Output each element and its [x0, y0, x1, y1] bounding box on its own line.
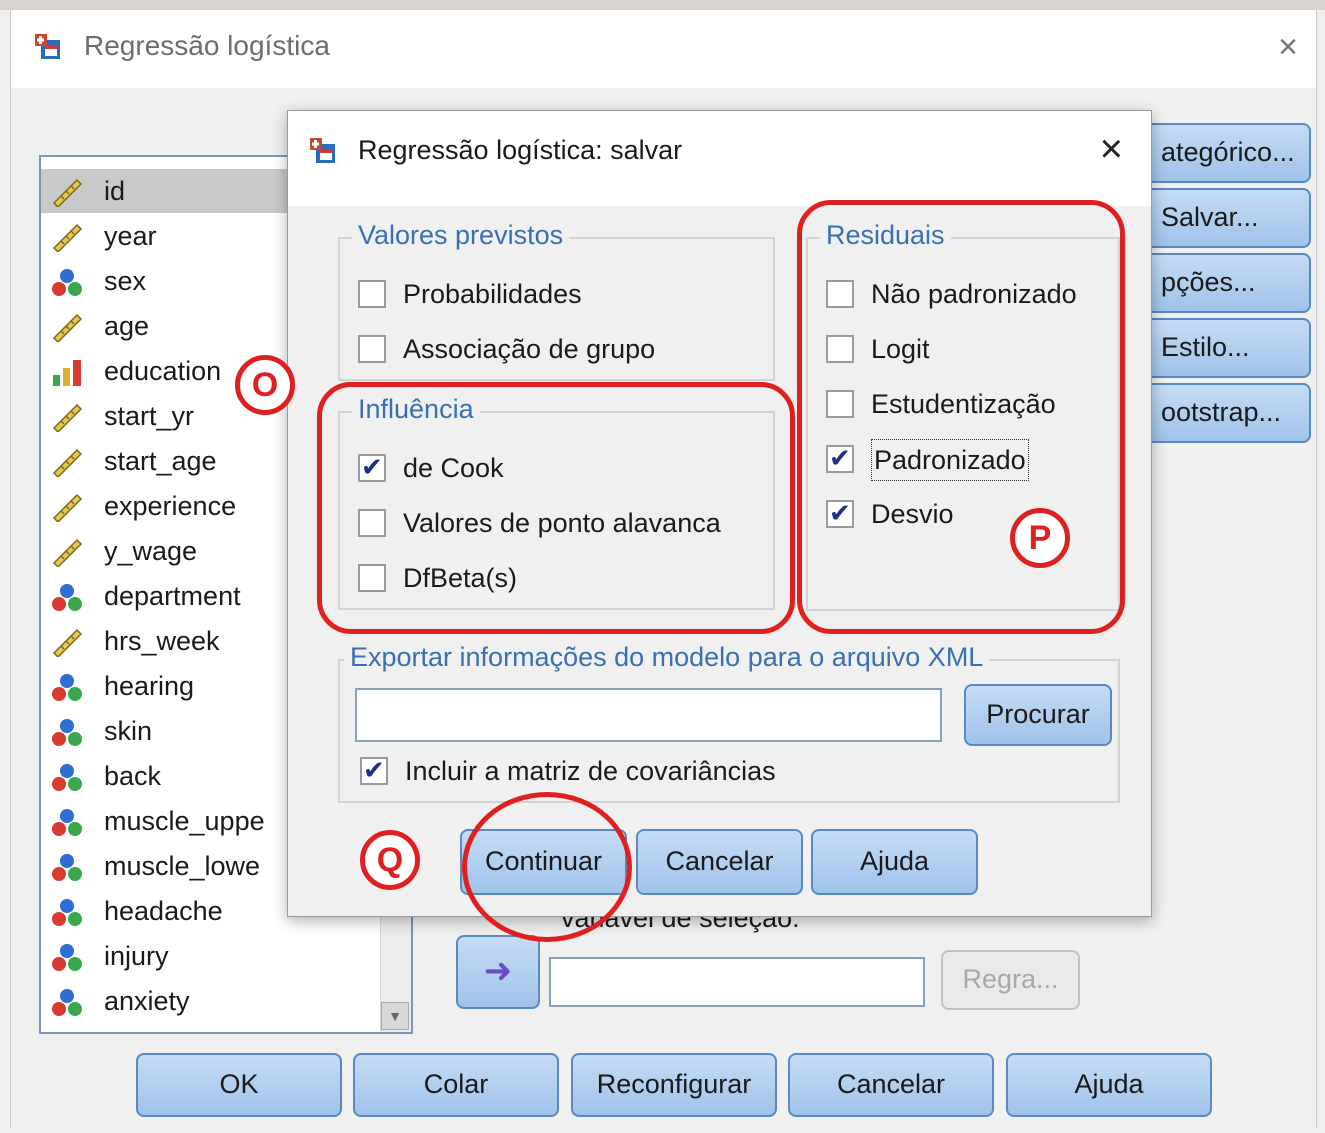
predicted-values-group: Valores previstos Probabilidades Associa… [338, 220, 775, 381]
move-to-selection-button[interactable]: ➜ [456, 935, 540, 1009]
annotation-badge-p: P [1010, 508, 1070, 568]
nominal-icon [51, 986, 83, 1016]
variable-label: sex [104, 266, 147, 296]
ruler-icon [51, 536, 83, 569]
variable-label: headache [104, 896, 223, 926]
ordinal-bar-icon [51, 356, 83, 386]
selection-variable-field[interactable] [549, 957, 925, 1007]
annotation-badge-o: O [235, 355, 295, 415]
variable-label: start_age [104, 446, 217, 476]
nominal-icon [51, 716, 83, 746]
save-subdialog-title: Regressão logística: salvar [358, 135, 683, 165]
sub-help-button[interactable]: Ajuda [811, 829, 978, 895]
variable-label: muscle_uppe [104, 806, 265, 836]
style-button[interactable]: Estilo... [1141, 318, 1311, 378]
group-membership-checkbox[interactable] [358, 335, 386, 363]
nominal-icon [51, 761, 83, 791]
variable-label: y_wage [104, 536, 198, 566]
variable-label: hrs_week [104, 626, 220, 656]
variable-item[interactable]: injury [41, 934, 381, 978]
background-strip [0, 0, 1325, 10]
browse-button[interactable]: Procurar [964, 684, 1112, 746]
variable-label: injury [104, 941, 169, 971]
spss-app-icon [35, 34, 60, 59]
probabilities-label: Probabilidades [403, 279, 582, 309]
sub-cancel-button[interactable]: Cancelar [636, 829, 803, 895]
cancel-button[interactable]: Cancelar [788, 1053, 994, 1117]
variable-label: muscle_lowe [104, 851, 261, 881]
main-close-icon[interactable]: × [1278, 28, 1298, 67]
export-xml-legend: Exportar informações do modelo para o ar… [344, 642, 990, 673]
ruler-icon [51, 626, 83, 659]
close-icon[interactable]: × [1100, 127, 1123, 172]
paste-button[interactable]: Colar [353, 1053, 559, 1117]
variable-label: department [104, 581, 241, 611]
xml-path-field[interactable] [355, 688, 942, 742]
nominal-icon [51, 896, 83, 926]
variable-label: year [104, 221, 157, 251]
nominal-icon [51, 851, 83, 881]
variable-label: skin [104, 716, 153, 746]
probabilities-checkbox[interactable] [358, 280, 386, 308]
variable-item[interactable]: anxiety [41, 979, 381, 1023]
arrow-right-icon: ➜ [483, 952, 513, 990]
nominal-icon [51, 266, 83, 296]
scroll-down-icon[interactable]: ▼ [381, 1002, 409, 1030]
help-button[interactable]: Ajuda [1006, 1053, 1212, 1117]
variable-label: id [104, 176, 126, 206]
categorical-button[interactable]: ategórico... [1141, 123, 1311, 183]
reset-button[interactable]: Reconfigurar [571, 1053, 777, 1117]
residuals-highlight [797, 200, 1125, 634]
nominal-icon [51, 806, 83, 836]
predicted-values-legend: Valores previstos [352, 220, 570, 251]
variable-label: education [104, 356, 222, 386]
include-covariance-label: Incluir a matriz de covariâncias [405, 756, 776, 786]
variable-label: experience [104, 491, 237, 521]
influence-highlight [317, 382, 795, 634]
variable-label: hearing [104, 671, 195, 701]
annotation-badge-q: Q [360, 830, 420, 890]
ruler-icon [51, 176, 83, 209]
variable-label: start_yr [104, 401, 195, 431]
main-dialog-title: Regressão logística [84, 30, 330, 61]
ruler-icon [51, 311, 83, 344]
ruler-icon [51, 446, 83, 479]
spss-app-icon [310, 138, 335, 163]
nominal-icon [51, 941, 83, 971]
ruler-icon [51, 401, 83, 434]
bootstrap-button[interactable]: ootstrap... [1141, 383, 1311, 443]
group-membership-label: Associação de grupo [403, 334, 656, 364]
ok-button[interactable]: OK [136, 1053, 342, 1117]
include-covariance-checkbox[interactable] [360, 753, 388, 787]
nominal-icon [51, 581, 83, 611]
nominal-icon [51, 671, 83, 701]
variable-label: anxiety [104, 986, 190, 1016]
ruler-icon [51, 491, 83, 524]
ruler-icon [51, 221, 83, 254]
main-titlebar: Regressão logística × [11, 10, 1316, 88]
variable-label: age [104, 311, 150, 341]
rule-button[interactable]: Regra... [941, 950, 1080, 1010]
save-button[interactable]: Salvar... [1141, 188, 1311, 248]
continue-highlight [462, 792, 632, 942]
save-subdialog-titlebar: Regressão logística: salvar × [288, 111, 1151, 206]
variable-label: back [104, 761, 162, 791]
options-button[interactable]: pções... [1141, 253, 1311, 313]
